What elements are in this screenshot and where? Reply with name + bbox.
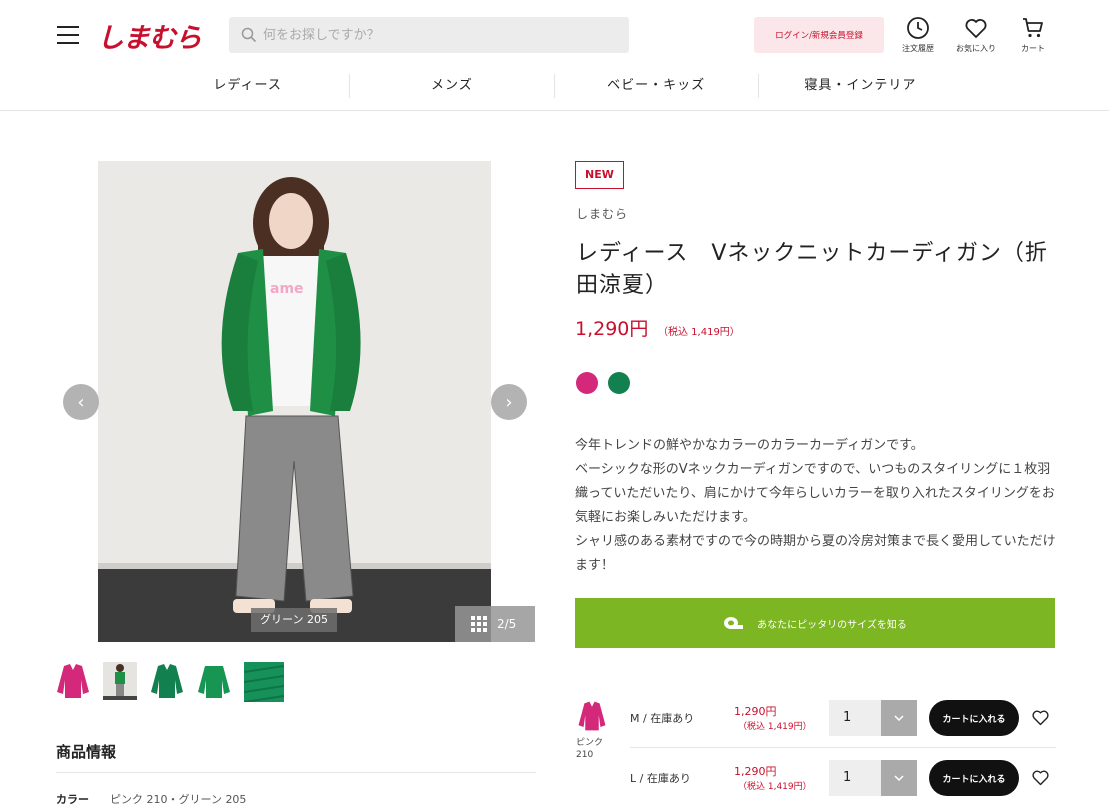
site-header: しまむら ログイン/新規会員登録 注文履歴 お気に入り カート レディース メン…	[0, 0, 1109, 111]
image-counter: 2/5	[497, 617, 517, 631]
product-info-heading: 商品情報	[56, 743, 117, 761]
stock-size-status: M / 在庫あり	[630, 712, 695, 725]
nav-item-mens[interactable]: メンズ	[350, 74, 555, 98]
color-swatch-green[interactable]	[608, 372, 630, 394]
nav-item-baby-kids[interactable]: ベビー・キッズ	[555, 74, 759, 98]
add-to-cart-button[interactable]: カートに入れる	[929, 700, 1019, 736]
nav-item-bedding-interior[interactable]: 寝具・インテリア	[759, 74, 962, 98]
order-history-button[interactable]: 注文履歴	[893, 16, 943, 54]
thumbnail-model[interactable]	[103, 662, 137, 700]
search-bar	[229, 17, 629, 53]
nav-item-ladies[interactable]: レディース	[146, 74, 351, 98]
category-nav: レディース メンズ ベビー・キッズ 寝具・インテリア	[146, 74, 962, 98]
color-swatch-pink[interactable]	[576, 372, 598, 394]
favorite-heart-icon[interactable]	[1031, 769, 1050, 790]
description-paragraph: シャリ感のある素材ですので今の時期から夏の冷房対策まで長く愛用していただけます！	[575, 534, 1056, 573]
stock-price-tax: （税込 1,419円）	[738, 782, 812, 792]
thumbnail-green-fabric[interactable]	[244, 662, 284, 702]
search-input[interactable]	[263, 17, 613, 53]
tape-measure-icon	[724, 617, 744, 629]
quantity-select[interactable]: 1	[829, 700, 917, 736]
svg-text:ame: ame	[270, 281, 304, 297]
new-badge: NEW	[575, 161, 624, 189]
thumbnail-green-cardigan-front[interactable]	[150, 662, 184, 700]
site-logo[interactable]: しまむら	[97, 16, 202, 55]
stock-size-status: L / 在庫あり	[630, 772, 691, 785]
favorites-button[interactable]: お気に入り	[951, 16, 1001, 54]
description-paragraph: ベーシックな形のVネックカーディガンですので、いつものスタイリングに１枚羽織って…	[575, 462, 1055, 525]
stock-row: M / 在庫あり 1,290円 （税込 1,419円） 1 カートに入れる	[630, 688, 1056, 748]
info-color-label: カラー	[56, 793, 89, 806]
stock-color-label: ピンク 210	[576, 738, 604, 760]
stock-color-thumbnail	[576, 700, 608, 732]
add-to-cart-button[interactable]: カートに入れる	[929, 760, 1019, 796]
image-color-tag: グリーン 205	[251, 608, 337, 632]
cart-label: カート	[1021, 44, 1045, 53]
favorite-heart-icon[interactable]	[1031, 709, 1050, 730]
find-my-size-label: あなたにピッタリのサイズを知る	[757, 619, 907, 631]
chevron-down-icon	[881, 700, 917, 736]
image-counter-button[interactable]: 2/5	[455, 606, 535, 642]
divider	[56, 772, 536, 773]
stock-price: 1,290円	[734, 765, 777, 778]
product-main-image: ame	[98, 161, 491, 642]
quantity-value: 1	[829, 760, 881, 796]
stock-price-tax: （税込 1,419円）	[738, 722, 812, 732]
product-price-tax: （税込 1,419円）	[658, 327, 740, 338]
chevron-down-icon	[881, 760, 917, 796]
stock-price: 1,290円	[734, 705, 777, 718]
login-button[interactable]: ログイン/新規会員登録	[754, 17, 884, 53]
grid-icon	[471, 616, 487, 632]
favorites-label: お気に入り	[956, 44, 996, 53]
quantity-value: 1	[829, 700, 881, 736]
clock-icon	[907, 17, 929, 39]
order-history-label: 注文履歴	[902, 44, 934, 53]
cart-button[interactable]: カート	[1008, 16, 1058, 54]
thumbnail-green-cardigan-back[interactable]	[197, 662, 231, 700]
cart-icon	[1023, 18, 1043, 38]
model-photo: ame	[98, 161, 491, 642]
product-title: レディース Vネックニットカーディガン（折田涼夏）	[576, 241, 1048, 298]
next-image-button[interactable]: ›	[491, 384, 527, 420]
stock-row: L / 在庫あり 1,290円 （税込 1,419円） 1 カートに入れる	[630, 748, 1056, 806]
thumbnail-pink-cardigan[interactable]	[56, 662, 90, 700]
menu-icon[interactable]	[57, 26, 79, 44]
chevron-right-icon: ›	[505, 391, 513, 413]
description-paragraph: 今年トレンドの鮮やかなカラーのカラーカーディガンです。	[575, 438, 924, 453]
brand-name: しまむら	[576, 207, 629, 221]
heart-icon	[965, 19, 987, 38]
chevron-left-icon: ‹	[77, 391, 85, 413]
product-description: 今年トレンドの鮮やかなカラーのカラーカーディガンです。 ベーシックな形のVネック…	[575, 434, 1057, 578]
find-my-size-button[interactable]: あなたにピッタリのサイズを知る	[575, 598, 1055, 648]
thumbnail-strip	[56, 662, 284, 702]
prev-image-button[interactable]: ‹	[63, 384, 99, 420]
quantity-select[interactable]: 1	[829, 760, 917, 796]
search-icon	[241, 27, 257, 43]
info-color-value: ピンク 210・グリーン 205	[110, 793, 247, 806]
product-price: 1,290円	[575, 318, 649, 340]
